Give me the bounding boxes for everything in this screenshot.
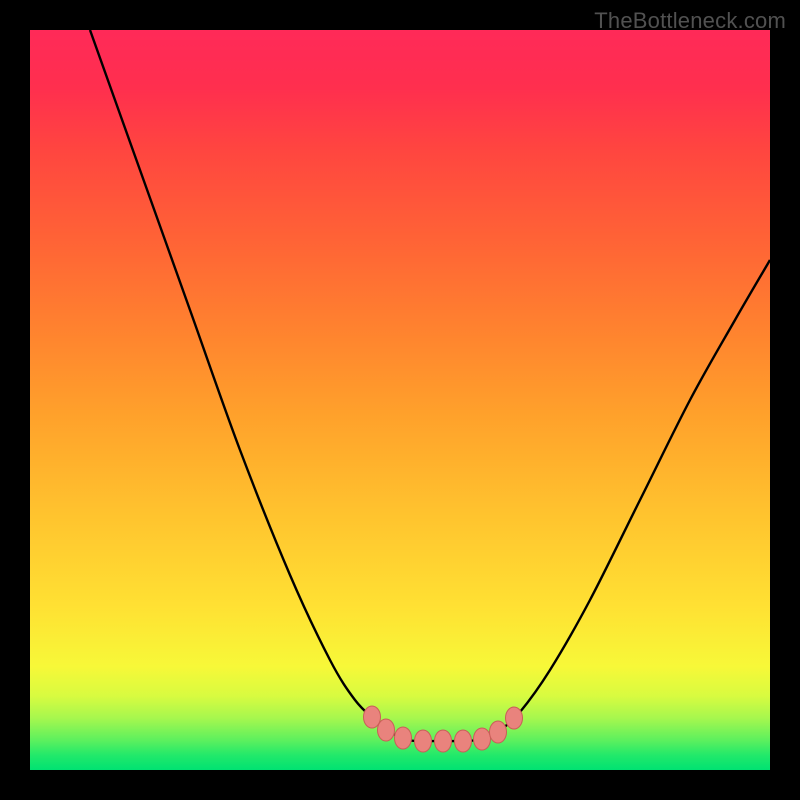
- bottleneck-curve: [90, 30, 770, 741]
- curve-marker: [395, 727, 412, 749]
- curve-marker: [415, 730, 432, 752]
- plot-area: [30, 30, 770, 770]
- curve-marker: [378, 719, 395, 741]
- curve-marker: [364, 706, 381, 728]
- curve-marker: [506, 707, 523, 729]
- curve-layer: [30, 30, 770, 770]
- marker-group: [364, 706, 523, 752]
- curve-marker: [455, 730, 472, 752]
- curve-marker: [435, 730, 452, 752]
- watermark-label: TheBottleneck.com: [594, 8, 786, 34]
- curve-marker: [490, 721, 507, 743]
- curve-marker: [474, 728, 491, 750]
